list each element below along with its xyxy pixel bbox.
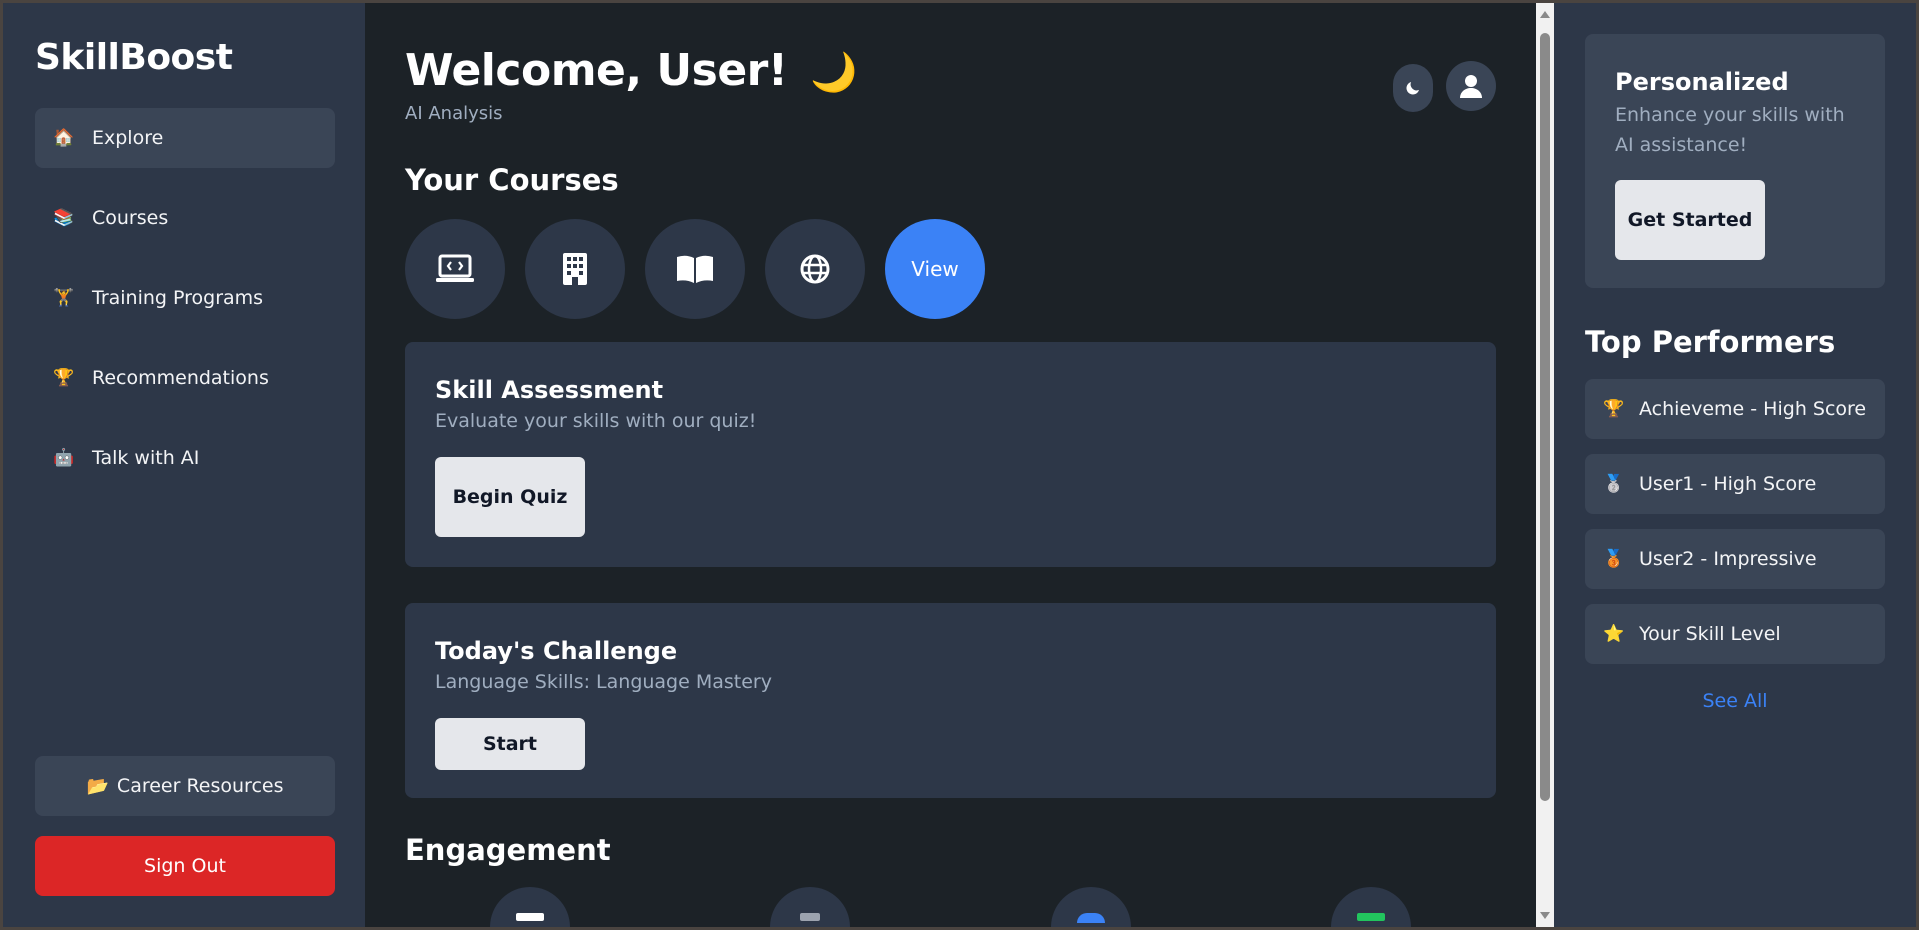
list-item[interactable]: 🏆 Achieveme - High Score (1585, 379, 1885, 439)
todays-challenge-title: Today's Challenge (435, 637, 678, 665)
begin-quiz-button[interactable]: Begin Quiz (435, 457, 585, 537)
scroll-down-arrow-icon[interactable] (1540, 912, 1550, 919)
books-icon: 📚 (53, 208, 75, 228)
right-sidebar: Personalized Enhance your skills with AI… (1554, 3, 1916, 927)
moon-emoji-icon: 🌙 (810, 50, 858, 94)
list-item-label: User1 - High Score (1639, 473, 1817, 495)
sidebar-item-label: Talk with AI (92, 447, 200, 469)
sidebar-item-label: Courses (92, 207, 169, 229)
page-subtitle: AI Analysis (405, 103, 503, 124)
course-reading-button[interactable] (645, 219, 745, 319)
left-sidebar: SkillBoost 🏠 Explore 📚 Courses 🏋 Trainin… (3, 3, 365, 927)
todays-challenge-subtitle: Language Skills: Language Mastery (435, 671, 772, 693)
megaphone-icon (800, 913, 820, 921)
start-challenge-button[interactable]: Start (435, 718, 585, 770)
welcome-text: Welcome, User! (405, 45, 788, 96)
sidebar-item-label: Recommendations (92, 367, 269, 389)
engagement-globe-button[interactable] (1051, 887, 1131, 927)
engagement-section-title: Engagement (405, 833, 611, 867)
user-avatar-button[interactable] (1446, 61, 1496, 111)
sidebar-item-label: Explore (92, 127, 164, 149)
skill-assessment-subtitle: Evaluate your skills with our quiz! (435, 410, 757, 432)
book-icon (516, 913, 544, 921)
personalized-subtitle: Enhance your skills with AI assistance! (1615, 104, 1845, 156)
building-icon (563, 253, 587, 285)
sidebar-item-courses[interactable]: 📚 Courses (35, 188, 335, 248)
course-coding-button[interactable] (405, 219, 505, 319)
folder-icon: 📂 (86, 775, 109, 797)
earth-icon (1077, 913, 1105, 923)
house-icon: 🏠 (53, 128, 75, 148)
trophy-icon: 🏆 (1603, 399, 1625, 419)
career-resources-button[interactable]: 📂 Career Resources (35, 756, 335, 816)
main-nav: 🏠 Explore 📚 Courses 🏋 Training Programs … (35, 108, 335, 508)
view-courses-button[interactable]: View (885, 219, 985, 319)
page-title: Welcome, User! 🌙 (405, 45, 858, 96)
globe-icon (800, 254, 830, 284)
sidebar-item-explore[interactable]: 🏠 Explore (35, 108, 335, 168)
top-performers-list: 🏆 Achieveme - High Score 🥈 User1 - High … (1585, 379, 1885, 679)
sidebar-item-label: Training Programs (92, 287, 264, 309)
list-item[interactable]: ⭐ Your Skill Level (1585, 604, 1885, 664)
scroll-thumb[interactable] (1540, 33, 1550, 801)
career-resources-label: Career Resources (116, 775, 284, 797)
main-scrollbar[interactable] (1536, 3, 1554, 927)
robot-icon: 🤖 (53, 448, 75, 468)
engagement-book-button[interactable] (490, 887, 570, 927)
check-icon (1357, 913, 1385, 921)
see-all-link[interactable]: See All (1585, 690, 1885, 712)
courses-section-title: Your Courses (405, 163, 619, 197)
trophy-icon: 🏆 (53, 368, 75, 388)
list-item-label: Your Skill Level (1639, 623, 1781, 645)
skill-assessment-card: Skill Assessment Evaluate your skills wi… (405, 342, 1496, 567)
laptop-code-icon (436, 254, 474, 282)
course-business-button[interactable] (525, 219, 625, 319)
top-performers-title: Top Performers (1585, 325, 1836, 359)
scroll-up-arrow-icon[interactable] (1540, 11, 1550, 18)
main-content: Welcome, User! 🌙 AI Analysis Your Course… (365, 3, 1536, 927)
sidebar-item-training-programs[interactable]: 🏋 Training Programs (35, 268, 335, 328)
course-icon-row: View (405, 219, 985, 319)
silver-medal-icon: 🥈 (1603, 474, 1625, 494)
list-item-label: User2 - Impressive (1639, 548, 1817, 570)
list-item-label: Achieveme - High Score (1639, 398, 1867, 420)
skill-assessment-title: Skill Assessment (435, 376, 664, 404)
engagement-megaphone-button[interactable] (770, 887, 850, 927)
engagement-icon-row (365, 887, 1536, 927)
sidebar-item-talk-with-ai[interactable]: 🤖 Talk with AI (35, 428, 335, 488)
personalized-title: Personalized (1615, 68, 1789, 96)
book-open-icon (677, 255, 713, 283)
list-item[interactable]: 🥉 User2 - Impressive (1585, 529, 1885, 589)
theme-toggle-button[interactable] (1393, 64, 1433, 112)
list-item[interactable]: 🥈 User1 - High Score (1585, 454, 1885, 514)
moon-icon (1406, 82, 1419, 95)
engagement-check-button[interactable] (1331, 887, 1411, 927)
bronze-medal-icon: 🥉 (1603, 549, 1625, 569)
star-icon: ⭐ (1603, 624, 1625, 644)
course-language-button[interactable] (765, 219, 865, 319)
sidebar-item-recommendations[interactable]: 🏆 Recommendations (35, 348, 335, 408)
training-icon: 🏋 (53, 288, 75, 308)
sign-out-button[interactable]: Sign Out (35, 836, 335, 896)
user-icon (1460, 75, 1482, 98)
brand-logo: SkillBoost (35, 37, 233, 78)
todays-challenge-card: Today's Challenge Language Skills: Langu… (405, 603, 1496, 798)
personalized-card: Personalized Enhance your skills with AI… (1585, 34, 1885, 288)
get-started-button[interactable]: Get Started (1615, 180, 1765, 260)
